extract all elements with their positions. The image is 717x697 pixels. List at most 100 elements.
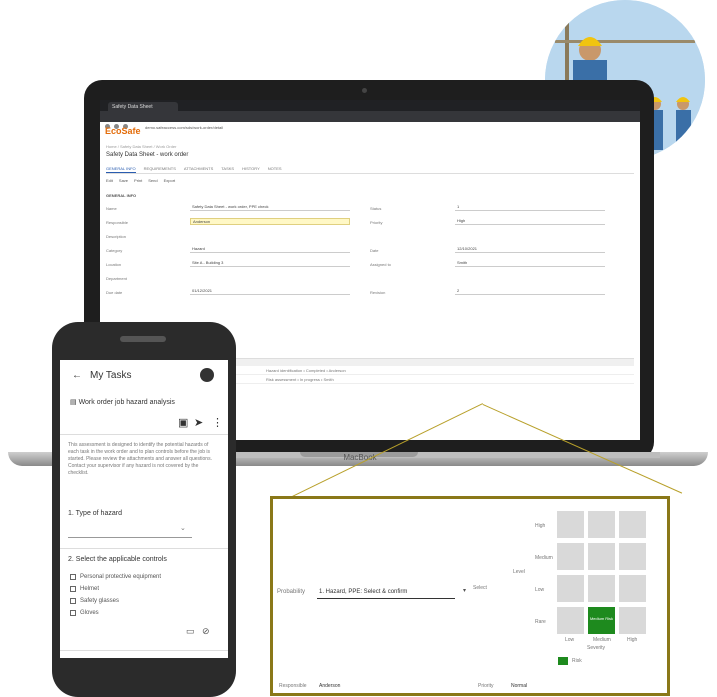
toolbar: Edit Save Print Send Export [106,178,634,186]
category-field[interactable]: Hazard [190,246,350,253]
edit-button[interactable]: Edit [106,178,113,186]
save-icon[interactable]: ▣ [178,416,188,429]
assigned-field[interactable]: Smith [455,260,605,267]
phone-speaker [120,336,166,342]
date-field[interactable]: 12/10/2021 [455,246,605,253]
risk-cell[interactable] [557,575,584,602]
tab-notes[interactable]: NOTES [268,166,282,173]
section-heading: GENERAL INFO [106,193,137,198]
risk-cell[interactable] [619,511,646,538]
legend-swatch [558,657,568,665]
risk-input[interactable]: 1. Hazard, PPE: Select & confirm [317,587,455,599]
field-label: Department [106,276,127,281]
option-checkbox[interactable]: Personal protective equipment [70,574,161,580]
task-description: This assessment is designed to identify … [68,442,212,476]
status-field[interactable]: 1 [455,204,605,211]
document-icon: ▤ [70,399,79,406]
attach-icon[interactable]: ⊘ [202,626,210,637]
laptop-brand: MacBook [343,453,377,462]
legend-label: Risk [572,658,582,664]
question-label: 1. Type of hazard [68,510,122,517]
priority-value[interactable]: Normal [511,683,527,689]
page-title: Safety Data Sheet - work order [106,152,189,158]
option-checkbox[interactable]: Gloves [70,610,99,616]
field-label: Responsible [106,220,129,225]
risk-cell[interactable] [588,575,615,602]
location-field[interactable]: Site A - Building 3 [190,260,350,267]
risk-cell[interactable] [619,543,646,570]
more-icon[interactable]: ⋮ [212,416,223,429]
field-label: Name [106,206,117,211]
responsible-value[interactable]: Anderson [319,683,340,689]
severity-label: Severity [587,645,606,651]
record-tabs: GENERAL INFO REQUIREMENTS ATTACHMENTS TA… [106,166,634,174]
browser-tab[interactable]: Safety Data Sheet [108,102,178,111]
option-checkbox[interactable]: Safety glasses [70,598,119,604]
print-button[interactable]: Print [134,178,142,186]
field-label: Status [370,206,382,211]
chevron-down-icon[interactable]: ⌄ [180,524,186,532]
responsible-field[interactable]: Anderson [190,218,350,225]
field-label: Category [106,248,123,253]
col-label: Low [565,637,575,643]
name-field[interactable]: Safety Data Sheet - work order, PPE chec… [190,204,350,211]
avatar[interactable] [200,368,214,382]
browser-url-bar: demo.safeaccess.com/sds/work-order/detai… [100,111,640,131]
tab-attachments[interactable]: ATTACHMENTS [184,166,213,173]
field-label: Assigned to [370,262,391,267]
select-button[interactable]: Select [473,585,487,591]
document-title: ▤ Work order job hazard analysis [70,399,175,406]
level-label: Level [513,569,525,575]
risk-cell[interactable] [619,575,646,602]
breadcrumb[interactable]: Home / Safety Data Sheet / Work Order [106,144,176,149]
address-input[interactable]: demo.safeaccess.com/sds/work-order/detai… [140,124,470,131]
tab-requirements[interactable]: REQUIREMENTS [144,166,176,173]
send-icon[interactable]: ➤ [194,416,203,429]
due-date-field[interactable]: 01/12/2021 [190,288,350,295]
field-label: Location [106,262,122,267]
question-label: 2. Select the applicable controls [68,556,167,563]
field-label: Revision [370,290,386,295]
tab-tasks[interactable]: TASKS [221,166,234,173]
field-label: Priority [370,220,383,225]
app-logo[interactable]: EcoSafe [105,126,141,136]
col-label: Medium [593,637,611,643]
comment-icon[interactable]: ▭ [186,626,195,637]
tab-general-info[interactable]: GENERAL INFO [106,166,136,173]
my-tasks-title: My Tasks [90,369,132,381]
row-label: Rare [535,619,546,625]
tab-history[interactable]: HISTORY [242,166,260,173]
divider [60,650,228,651]
risk-cell[interactable] [557,543,584,570]
revision-field[interactable]: 2 [455,288,605,295]
risk-cell[interactable] [588,543,615,570]
phone-screen: ← My Tasks ▤ Work order job hazard analy… [60,360,228,658]
row-label: High [535,523,546,529]
option-checkbox[interactable]: Helmet [70,586,99,592]
risk-cell[interactable] [619,607,646,634]
save-button[interactable]: Save [119,178,128,186]
responsible-label: Responsible [279,683,307,689]
send-button[interactable]: Send [148,178,157,186]
zoom-panel: Probability 1. Hazard, PPE: Select & con… [270,496,670,696]
row-label: Low [535,587,545,593]
field-label: Due date [106,290,123,295]
export-button[interactable]: Export [164,178,176,186]
hazard-select[interactable] [68,522,192,538]
back-arrow-icon[interactable]: ← [72,370,82,381]
risk-cell[interactable] [557,511,584,538]
selected-risk-cell[interactable]: Medium Risk [588,607,615,634]
risk-cell[interactable] [557,607,584,634]
divider [60,548,228,549]
col-label: High [627,637,638,643]
field-label: Date [370,248,379,253]
dropdown-icon[interactable]: ▾ [463,587,471,597]
probability-label: Probability [277,589,306,595]
divider [60,434,228,435]
row-label: Medium [535,555,553,561]
risk-cell[interactable] [588,511,615,538]
camera-icon [362,88,367,93]
priority-label: Priority [478,683,494,689]
field-label: Description [106,234,127,239]
priority-field[interactable]: High [455,218,605,225]
